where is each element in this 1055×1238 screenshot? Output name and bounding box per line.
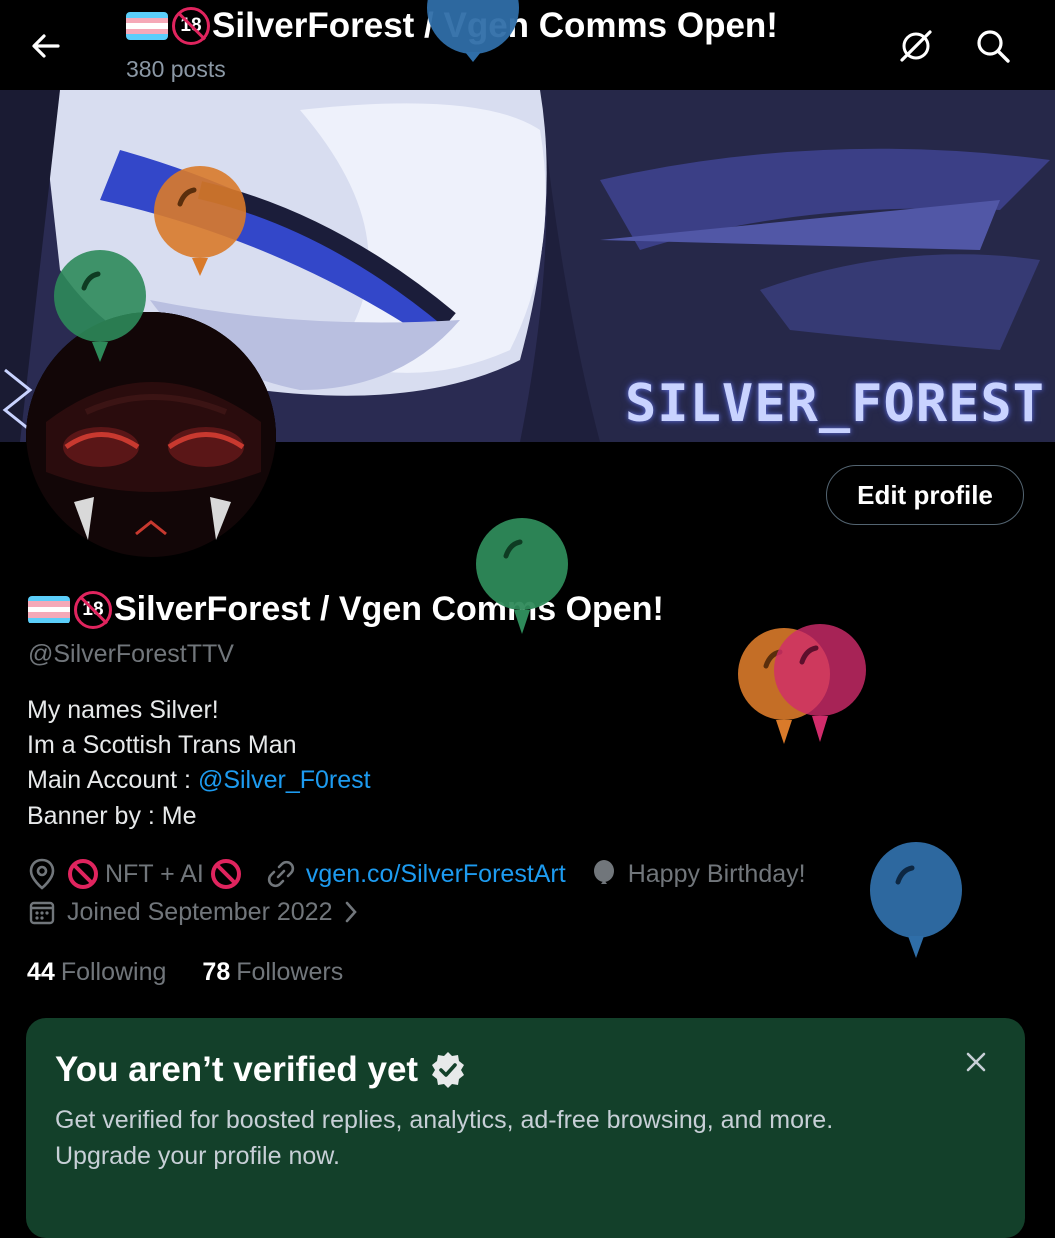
close-icon[interactable] [960,1046,992,1078]
header-title-text: SilverForest / Vgen Comms Open! [212,6,778,45]
location-pin-icon [29,858,55,890]
handle: @SilverForestTTV [28,640,234,668]
bio-line: Main Account : @Silver_F0rest [27,766,371,795]
verify-description: Upgrade your profile now. [55,1142,340,1170]
grok-icon[interactable] [896,26,936,66]
website-link[interactable]: vgen.co/SilverForestArt [306,860,566,889]
verification-card[interactable]: You aren’t verified yet Get verified for… [26,1018,1025,1238]
bio-line: Banner by : Me [27,802,197,830]
joined-date[interactable]: Joined September 2022 [27,897,360,927]
no-under-18-icon: 18 [172,7,210,45]
main-account-link[interactable]: @Silver_F0rest [198,766,371,794]
balloon-orange-icon [738,628,830,744]
calendar-icon [29,901,55,925]
verify-title: You aren’t verified yet [55,1050,468,1090]
location-text: NFT + AI [105,859,204,888]
edit-profile-button[interactable]: Edit profile [826,465,1024,525]
following-link[interactable]: 44 Following [27,958,166,987]
verify-description: Get verified for boosted replies, analyt… [55,1106,834,1134]
chevron-right-icon [346,901,358,923]
bio-text: Main Account : [27,766,198,794]
prohibited-icon [210,859,241,889]
avatar-artwork [26,312,276,562]
trans-flag-icon [28,595,70,624]
following-label: Following [60,958,167,986]
balloon-icon [593,860,614,884]
avatar[interactable] [26,312,276,562]
balloon-blue-icon [870,842,962,958]
balloon-pink-icon [774,624,866,742]
following-count: 44 [27,958,55,986]
search-icon[interactable] [973,26,1013,66]
prohibited-icon [68,859,98,889]
joined-text: Joined September 2022 [67,897,333,926]
followers-count: 78 [202,958,231,986]
bio-line: My names Silver! [27,696,219,724]
header-title: 18 SilverForest / Vgen Comms Open! [126,6,778,46]
follow-counts: 44 Following 78 Followers [27,958,343,987]
followers-label: Followers [236,958,344,986]
display-name-text: SilverForest / Vgen Comms Open! [114,590,664,628]
birthday-text: Happy Birthday! [627,859,806,888]
no-under-18-icon: 18 [74,590,112,629]
verify-title-text: You aren’t verified yet [55,1050,419,1089]
verified-badge-icon [432,1052,465,1088]
display-name: 18 SilverForest / Vgen Comms Open! [28,590,664,629]
post-count: 380 posts [126,56,226,82]
link-icon [267,860,294,888]
banner-text: SILVER_FOREST [625,374,1045,434]
bio-line: Im a Scottish Trans Man [27,731,297,759]
back-arrow-icon[interactable] [26,26,66,66]
top-bar: 18 SilverForest / Vgen Comms Open! 380 p… [0,0,1055,90]
profile-meta-row: NFT + AI vgen.co/SilverForestArt Happy B… [27,857,806,891]
trans-flag-icon [126,12,168,40]
followers-link[interactable]: 78 Followers [202,958,343,987]
